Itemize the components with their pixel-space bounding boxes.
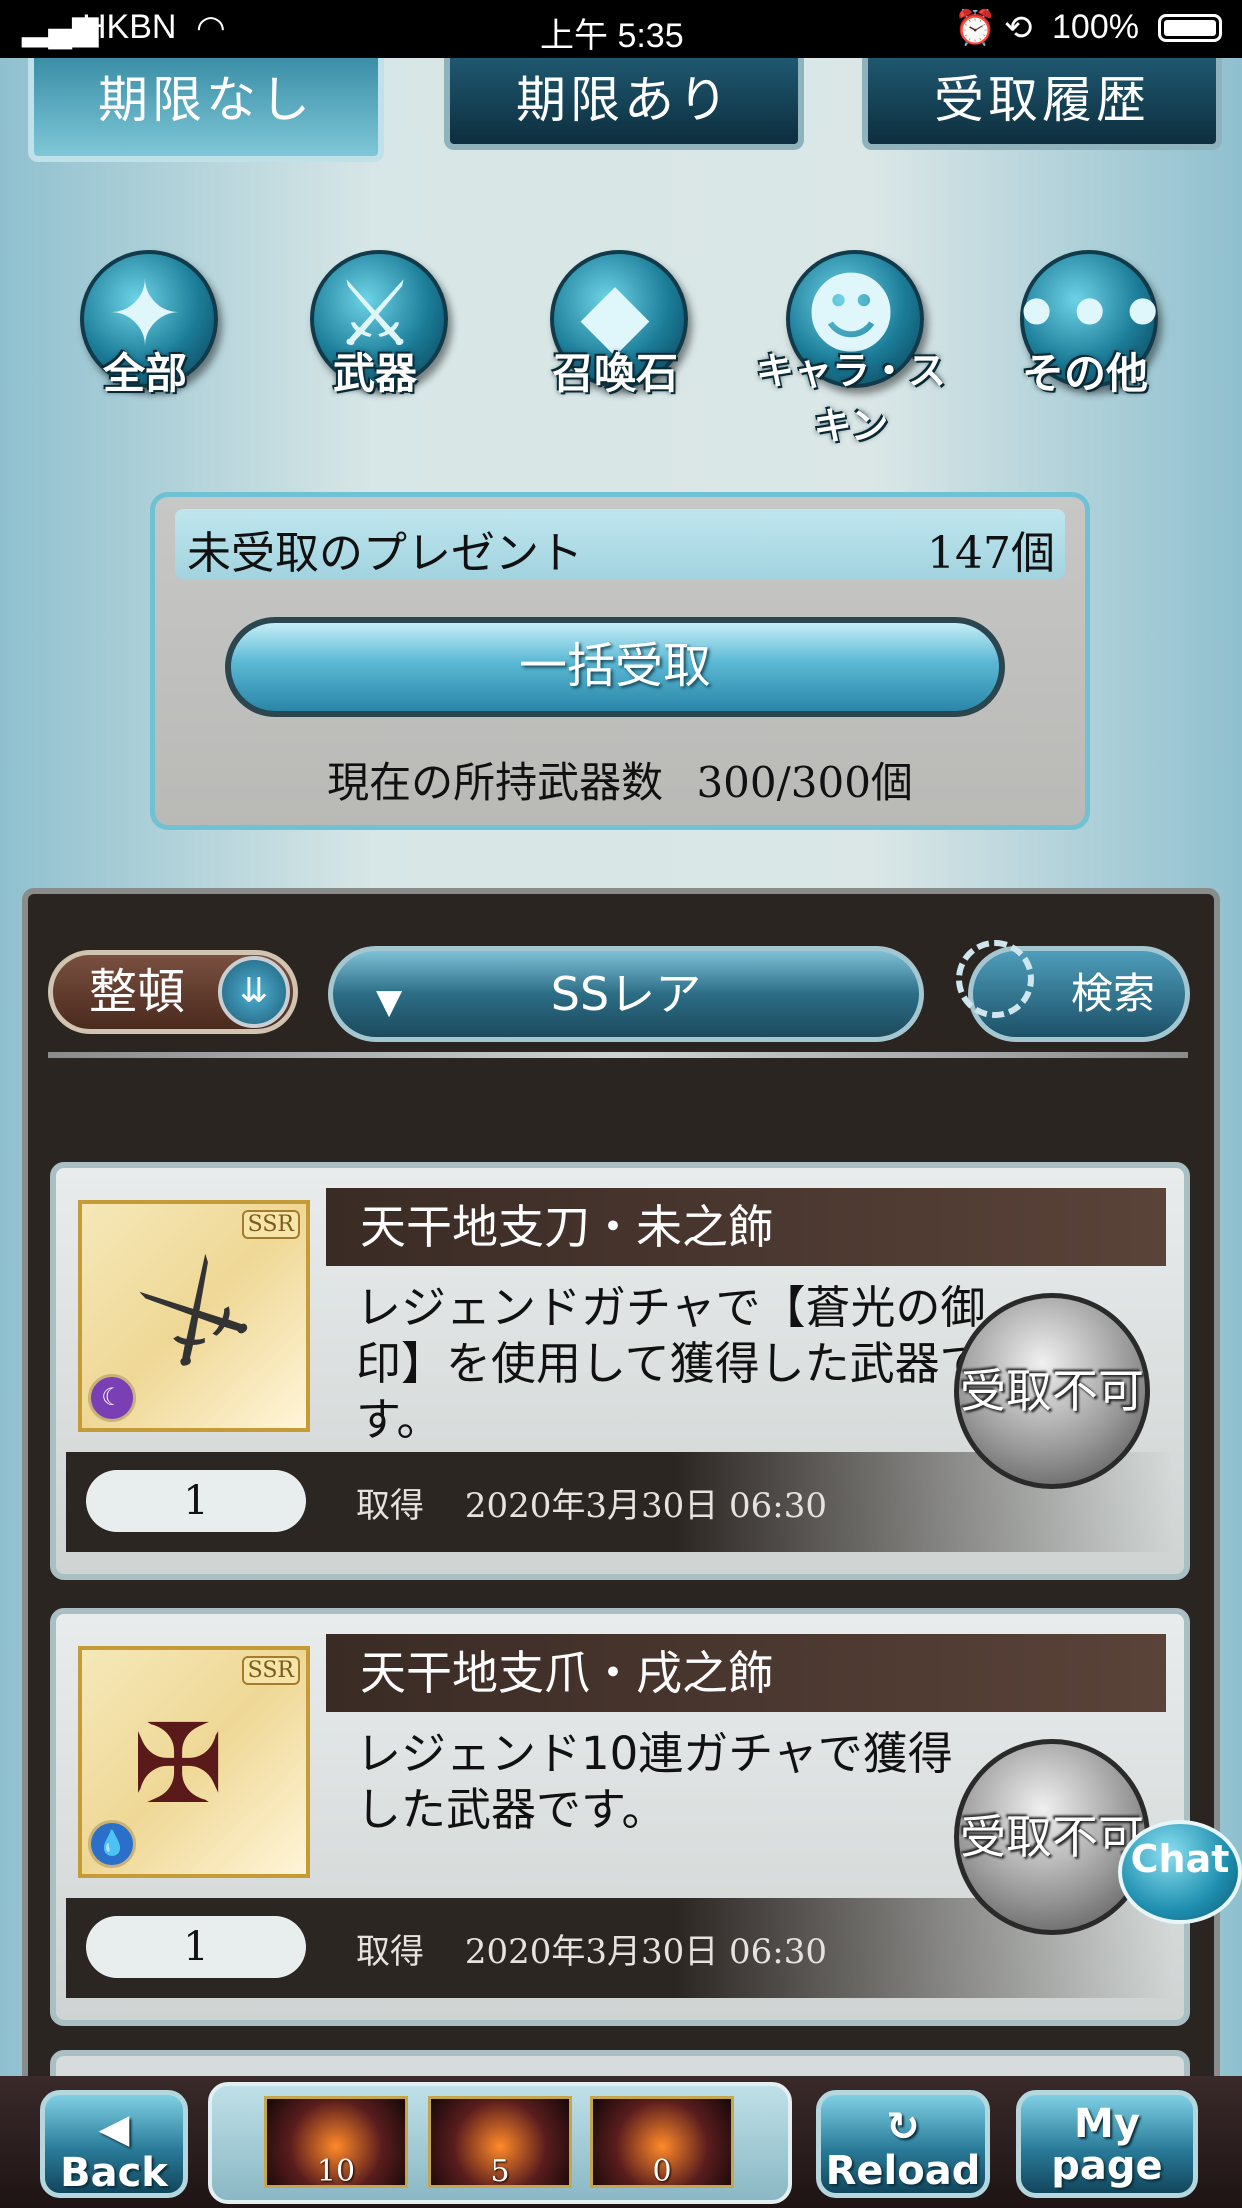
mypage-button[interactable]: My page — [1016, 2090, 1198, 2198]
weapon-thumbnail: ✠ SSR 💧 — [78, 1646, 310, 1878]
rarity-filter-select[interactable]: SSレア — [328, 946, 924, 1042]
battery-percent: 100% — [1052, 8, 1139, 46]
tab-no-expiry[interactable]: 期限なし — [28, 58, 384, 162]
acquired-info: 取得 2020年3月30日 06:30 — [356, 1932, 828, 1972]
acquired-info: 取得 2020年3月30日 06:30 — [356, 1486, 828, 1526]
item-name: 天干地支爪・戌之飾 — [326, 1634, 1166, 1712]
unclaimed-count: 147個 — [927, 528, 1055, 579]
weapon-count-line: 現在の所持武器数 300/300個 — [155, 749, 1085, 810]
carrier-label: HKBN — [82, 8, 177, 46]
reload-icon: ↻ — [886, 2104, 920, 2150]
weapon-count-value: 300/300個 — [696, 758, 913, 807]
category-summon[interactable]: ◆ 召喚石 — [520, 230, 690, 420]
battery-icon — [1158, 14, 1222, 42]
alarm-icon: ⏰ — [954, 9, 997, 47]
back-arrow-icon: ◀ — [98, 2106, 130, 2152]
item-quantity: 1 — [86, 1916, 306, 1978]
wifi-icon: ◠ — [196, 9, 226, 47]
elixir-slot[interactable]: 10 — [264, 2096, 408, 2189]
summary-header: 未受取のプレゼント 147個 — [175, 509, 1065, 579]
item-description: レジェンド10連ガチャで獲得した武器です。 — [356, 1727, 953, 1836]
katana-icon: ⚔ — [114, 1226, 278, 1401]
rotation-lock-icon: ⟲ — [1004, 9, 1033, 47]
acquired-date: 2020年3月30日 06:30 — [464, 1486, 828, 1526]
present-summary-panel: 未受取のプレゼント 147個 一括受取 現在の所持武器数 300/300個 — [150, 492, 1090, 830]
gear-search-icon — [956, 940, 1034, 1018]
clock: 上午 5:35 — [540, 17, 684, 55]
category-character[interactable]: ☻ キャラ・スキン — [756, 230, 946, 448]
present-item-card: ✠ SSR 💧 天干地支爪・戌之飾 レジェンド10連ガチャで獲得した武器です。 … — [50, 1608, 1190, 2026]
bulk-receive-button[interactable]: 一括受取 — [225, 617, 1005, 717]
claw-icon: ✠ — [132, 1700, 225, 1828]
item-description: レジェンドガチャで【蒼光の御印】を使用して獲得した武器です。 — [356, 1281, 986, 1446]
reload-button[interactable]: ↻ Reload — [816, 2090, 990, 2198]
unclaimed-title: 未受取のプレゼント — [187, 528, 583, 579]
present-item-card: ⚔ SSR ☾ 天干地支刀・未之飾 レジェンドガチャで【蒼光の御印】を使用して獲… — [50, 1162, 1190, 1580]
item-quantity: 1 — [86, 1470, 306, 1532]
category-weapon[interactable]: ⚔ 武器 — [280, 230, 450, 420]
receive-button[interactable]: 受取不可 — [954, 1739, 1150, 1935]
item-name: 天干地支刀・未之飾 — [326, 1188, 1166, 1266]
tab-with-expiry[interactable]: 期限あり — [444, 58, 804, 150]
acquired-date: 2020年3月30日 06:30 — [464, 1932, 828, 1972]
status-bar: ▂▄▆ HKBN ◠ 上午 5:35 ⏰ ⟲ 100% — [0, 0, 1242, 58]
category-other[interactable]: ••• その他 — [990, 230, 1169, 420]
back-button[interactable]: ◀ Back — [40, 2090, 188, 2198]
weapon-thumbnail: ⚔ SSR ☾ — [78, 1200, 310, 1432]
potion-slot[interactable]: 0 — [590, 2096, 734, 2189]
water-element-icon: 💧 — [88, 1820, 136, 1868]
tab-history[interactable]: 受取履歴 — [862, 58, 1222, 150]
category-all[interactable]: ✦ 全部 — [50, 230, 220, 420]
soul-berry-slot[interactable]: 5 — [428, 2096, 572, 2189]
weapon-count-label: 現在の所持武器数 — [327, 758, 664, 807]
receive-button[interactable]: 受取不可 — [954, 1293, 1150, 1489]
filter-divider — [48, 1052, 1188, 1058]
rarity-badge: SSR — [241, 1210, 300, 1239]
rarity-badge: SSR — [241, 1656, 300, 1685]
dark-element-icon: ☾ — [88, 1374, 136, 1422]
sort-chevron-icon[interactable]: ⇊ — [218, 956, 290, 1028]
chat-button[interactable]: Chat — [1118, 1820, 1242, 1924]
caret-down-icon: ▼ — [376, 982, 403, 1022]
